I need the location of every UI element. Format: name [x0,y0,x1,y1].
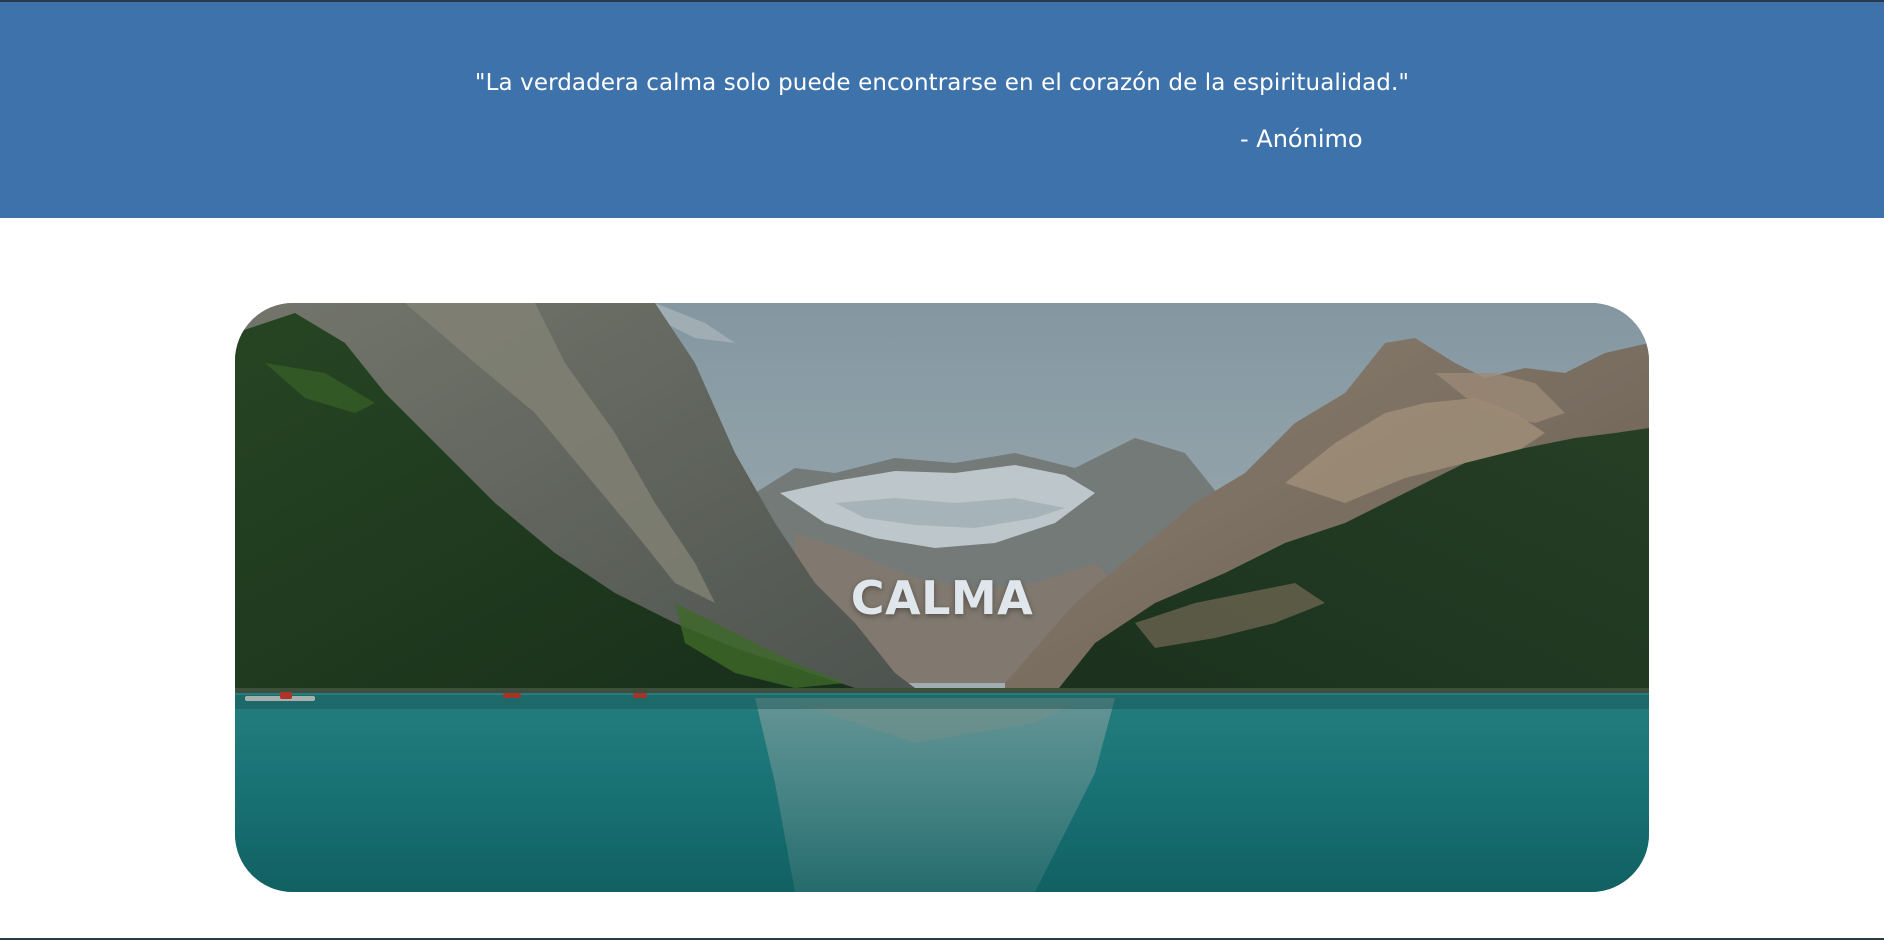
quote-author: - Anónimo [1240,125,1363,153]
hero-title: CALMA [850,571,1034,625]
quote-banner: "La verdadera calma solo puede encontrar… [0,2,1884,218]
hero-image-card: CALMA [235,303,1649,892]
quote-text: "La verdadera calma solo puede encontrar… [474,70,1410,96]
page: "La verdadera calma solo puede encontrar… [0,0,1884,940]
